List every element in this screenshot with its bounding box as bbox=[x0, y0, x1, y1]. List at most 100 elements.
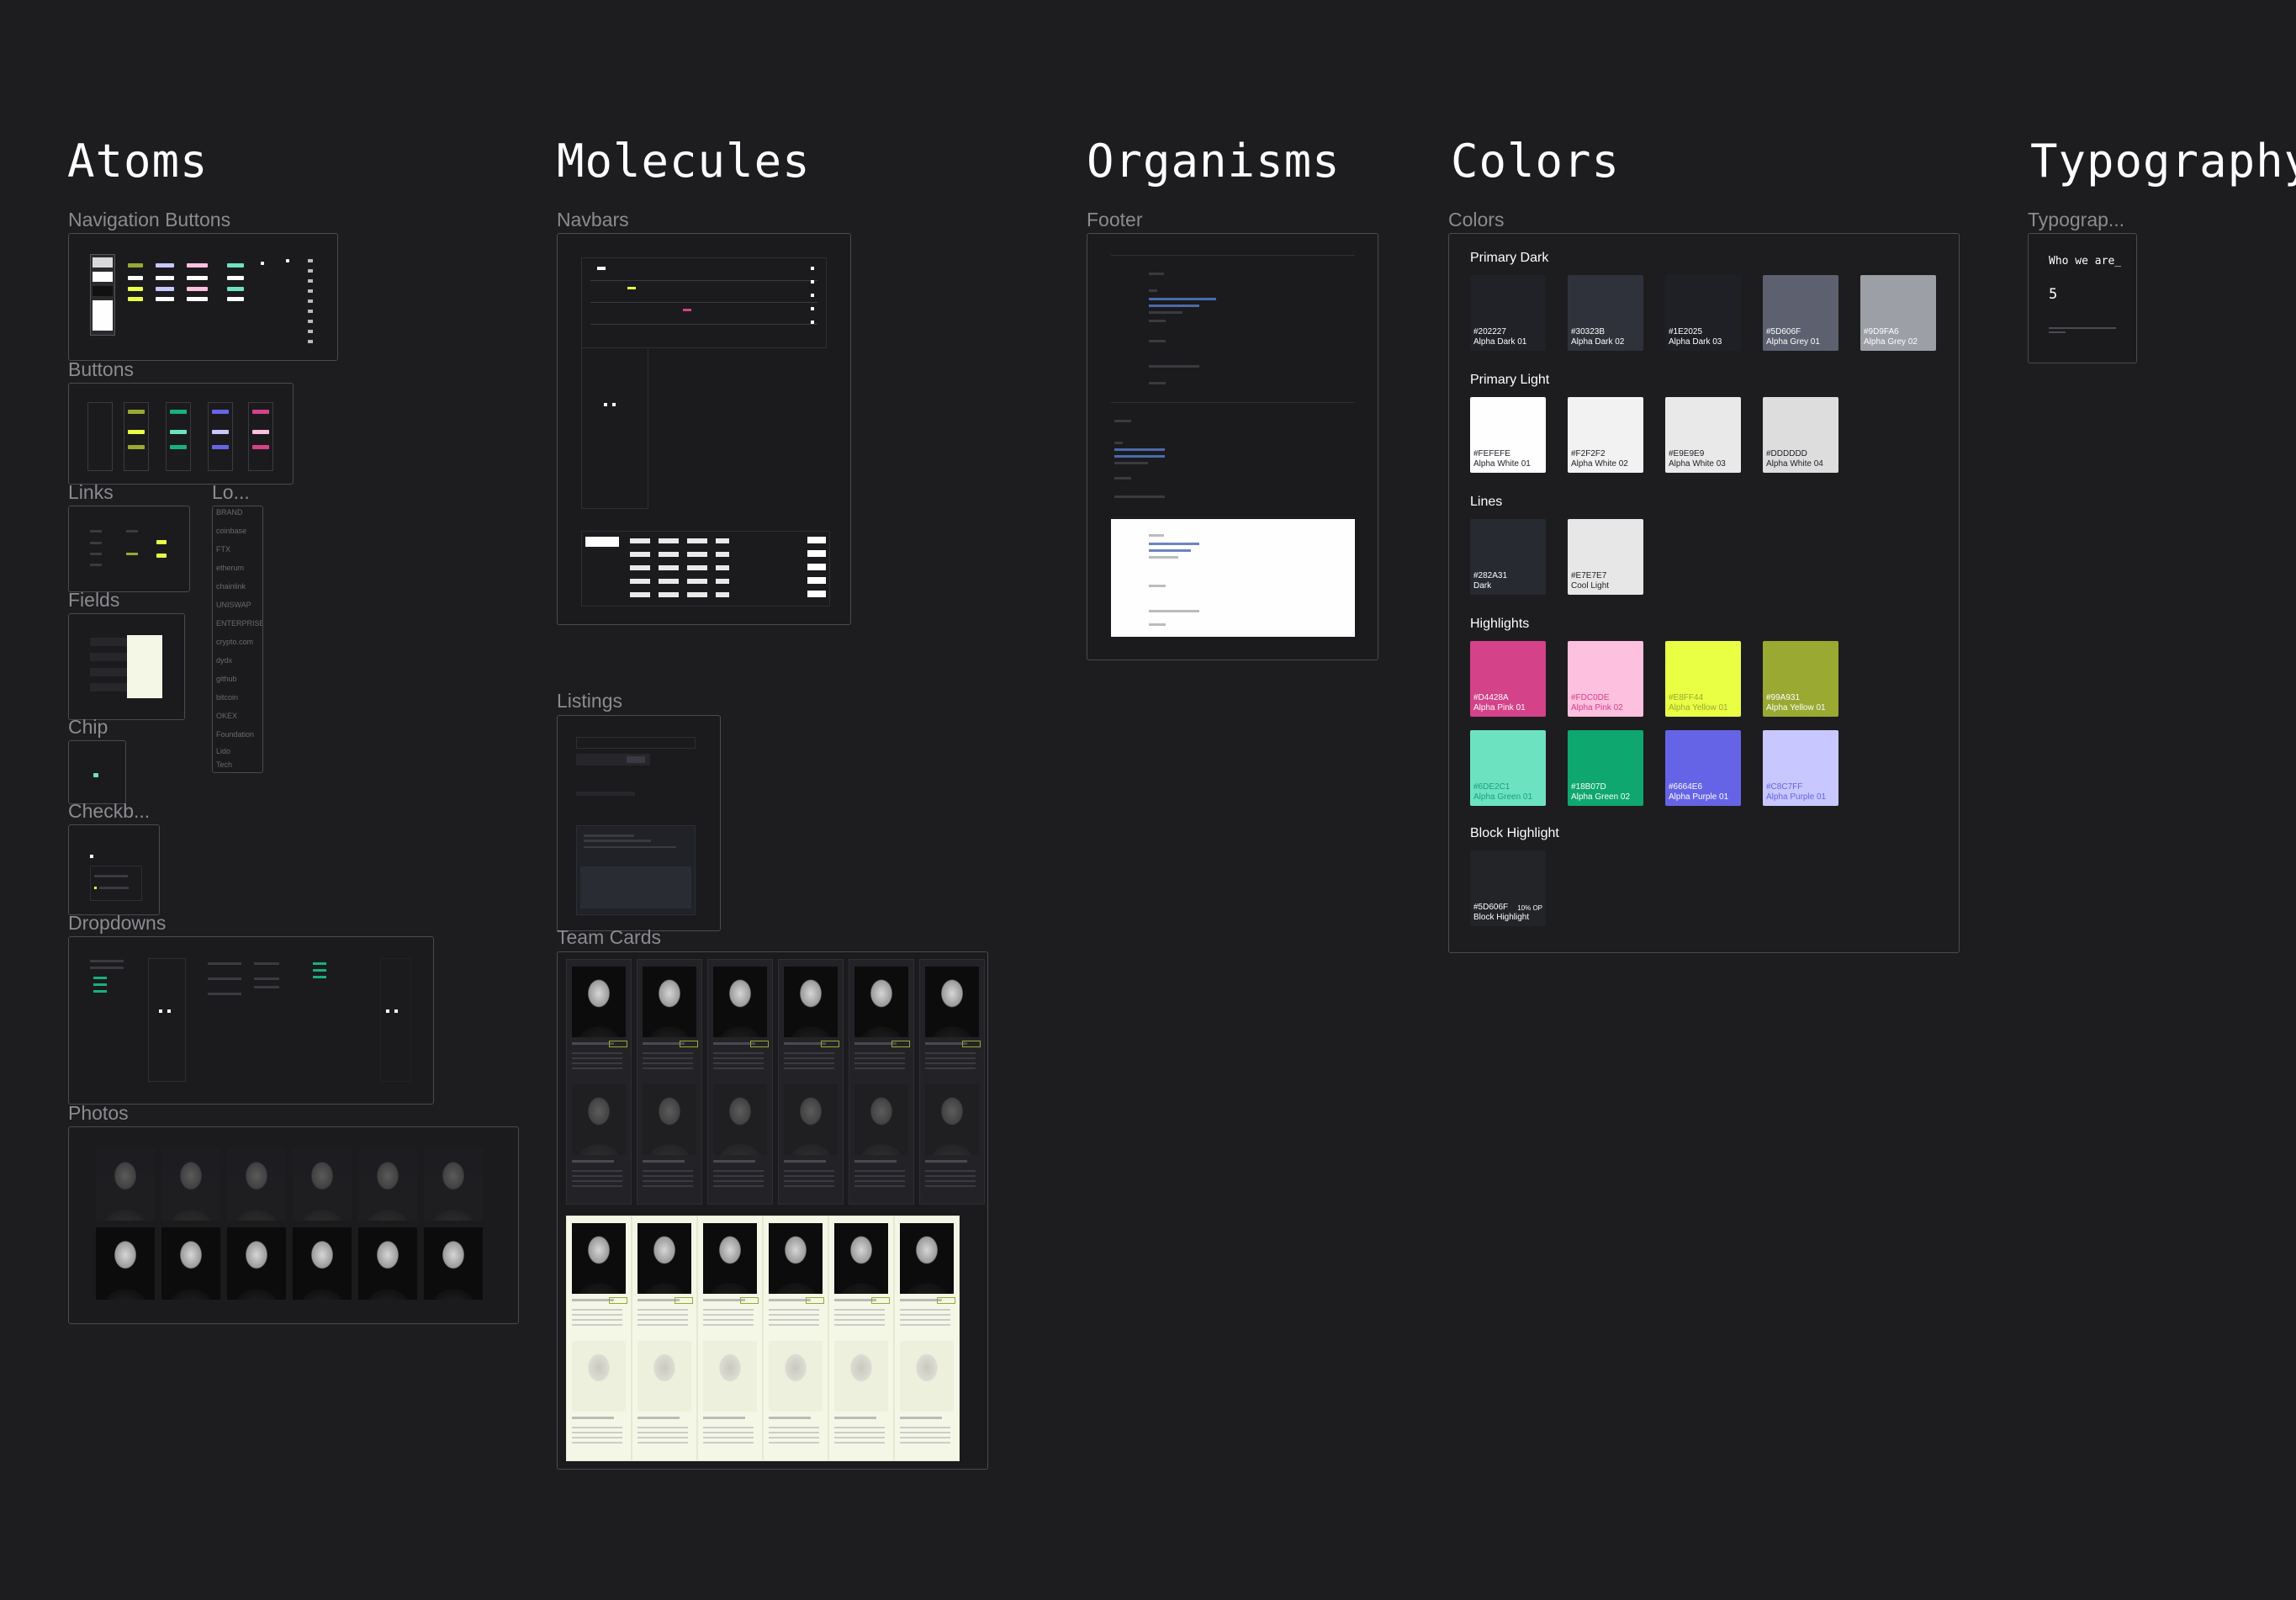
color-swatch[interactable]: #9D9FA6 Alpha Grey 02 bbox=[1860, 275, 1936, 351]
field-dark[interactable] bbox=[90, 653, 128, 661]
photos-frame[interactable] bbox=[68, 1126, 519, 1324]
mega-menu-item[interactable] bbox=[630, 565, 650, 570]
dropdowns-frame[interactable] bbox=[68, 936, 434, 1105]
mega-menu-item[interactable] bbox=[716, 565, 729, 570]
nav-chip-white[interactable] bbox=[128, 276, 143, 280]
nav-chip-white[interactable] bbox=[156, 297, 174, 301]
fields-frame[interactable] bbox=[68, 613, 185, 720]
color-swatch[interactable]: #6DE2C1 Alpha Green 01 bbox=[1470, 730, 1546, 806]
nav-chip-white[interactable] bbox=[187, 297, 208, 301]
nav-chip-white[interactable] bbox=[227, 276, 244, 280]
nav-chip-purple[interactable] bbox=[156, 287, 174, 291]
mega-menu-item[interactable] bbox=[716, 538, 729, 543]
team-card[interactable] bbox=[778, 959, 844, 1205]
button-column-green[interactable] bbox=[166, 402, 191, 471]
nav-button-white[interactable] bbox=[93, 272, 113, 282]
color-swatch[interactable]: #6664E6 Alpha Purple 01 bbox=[1665, 730, 1741, 806]
link-item[interactable] bbox=[90, 542, 102, 544]
listing-item[interactable] bbox=[576, 737, 696, 749]
dropdown-item-active[interactable] bbox=[313, 976, 326, 978]
dropdown-open[interactable] bbox=[90, 958, 124, 1000]
mega-menu-item[interactable] bbox=[630, 579, 650, 584]
link-item[interactable] bbox=[90, 553, 102, 555]
dropdown-item-active[interactable] bbox=[313, 962, 326, 965]
link-highlight[interactable] bbox=[156, 554, 167, 558]
field-light-group[interactable] bbox=[127, 635, 162, 698]
nav-chip-purple[interactable] bbox=[156, 263, 174, 268]
checkboxes-frame[interactable] bbox=[68, 824, 160, 915]
button-column-dark[interactable] bbox=[87, 402, 113, 471]
navbar-variants[interactable] bbox=[581, 257, 827, 348]
mega-menu-item[interactable] bbox=[630, 552, 650, 557]
chip-frame[interactable] bbox=[68, 740, 126, 804]
dropdown-item[interactable] bbox=[254, 986, 279, 988]
dropdown-item[interactable] bbox=[254, 977, 279, 980]
color-swatch[interactable]: #282A31 Dark bbox=[1470, 519, 1546, 595]
team-card[interactable] bbox=[919, 959, 985, 1205]
mega-menu-item[interactable] bbox=[716, 579, 729, 584]
color-swatch[interactable]: #E8FF44 Alpha Yellow 01 bbox=[1665, 641, 1741, 717]
footer-frame[interactable] bbox=[1087, 233, 1378, 660]
mega-menu-item[interactable] bbox=[659, 592, 679, 597]
nav-dot[interactable] bbox=[261, 262, 264, 265]
team-card[interactable] bbox=[763, 1216, 828, 1461]
color-swatch[interactable]: #FEFEFE Alpha White 01 bbox=[1470, 397, 1546, 473]
color-swatch[interactable]: #5D606F Block Highlight 10% OP bbox=[1470, 850, 1546, 926]
team-card[interactable] bbox=[849, 959, 914, 1205]
checkbox[interactable] bbox=[90, 855, 93, 858]
dropdown-item[interactable] bbox=[254, 962, 279, 965]
mega-menu-item[interactable] bbox=[659, 552, 679, 557]
nav-chip-yellow-bright[interactable] bbox=[128, 297, 143, 301]
dropdown-panel[interactable] bbox=[148, 958, 186, 1082]
dropdown-item[interactable] bbox=[208, 993, 241, 995]
link-item[interactable] bbox=[90, 564, 102, 566]
nav-button-dark[interactable] bbox=[93, 286, 113, 296]
color-swatch[interactable]: #FDC0DE Alpha Pink 02 bbox=[1568, 641, 1643, 717]
team-card[interactable] bbox=[707, 959, 773, 1205]
listing-item-active[interactable] bbox=[576, 754, 650, 766]
mega-menu-item[interactable] bbox=[659, 538, 679, 543]
mega-menu-item[interactable] bbox=[630, 592, 650, 597]
navigation-buttons-frame[interactable] bbox=[68, 233, 338, 361]
color-swatch[interactable]: #C8C7FF Alpha Purple 01 bbox=[1763, 730, 1838, 806]
color-swatch[interactable]: #F2F2F2 Alpha White 02 bbox=[1568, 397, 1643, 473]
team-card[interactable] bbox=[566, 1216, 632, 1461]
color-swatch[interactable]: #99A931 Alpha Yellow 01 bbox=[1763, 641, 1838, 717]
mega-menu-item[interactable] bbox=[659, 579, 679, 584]
color-swatch[interactable]: #1E2025 Alpha Dark 03 bbox=[1665, 275, 1741, 351]
navbar-mega-menu[interactable] bbox=[581, 531, 830, 607]
team-card[interactable] bbox=[632, 1216, 697, 1461]
color-swatch[interactable]: #E7E7E7 Cool Light bbox=[1568, 519, 1643, 595]
team-card[interactable] bbox=[697, 1216, 763, 1461]
nav-icon-column[interactable] bbox=[308, 259, 313, 343]
logos-frame[interactable]: BRAND coinbase FTX etherum chainlink UNI… bbox=[212, 506, 263, 773]
team-card[interactable] bbox=[828, 1216, 894, 1461]
listing-item[interactable] bbox=[576, 792, 635, 796]
typography-frame[interactable]: Who we are_ 5 bbox=[2028, 233, 2137, 363]
color-swatch[interactable]: #30323B Alpha Dark 02 bbox=[1568, 275, 1643, 351]
nav-chip-yellow-bright[interactable] bbox=[128, 287, 143, 291]
color-swatch[interactable]: #18B07D Alpha Green 02 bbox=[1568, 730, 1643, 806]
field-dark[interactable] bbox=[90, 668, 128, 676]
mega-menu-item[interactable] bbox=[716, 552, 729, 557]
dropdown-item[interactable] bbox=[208, 977, 241, 980]
nav-dot[interactable] bbox=[286, 259, 289, 262]
dropdown-panel[interactable] bbox=[380, 958, 411, 1082]
mega-menu-item[interactable] bbox=[687, 538, 707, 543]
color-swatch[interactable]: #5D606F Alpha Grey 01 bbox=[1763, 275, 1838, 351]
color-swatch[interactable]: #E9E9E9 Alpha White 03 bbox=[1665, 397, 1741, 473]
listing-card[interactable] bbox=[576, 825, 696, 915]
mega-menu-item[interactable] bbox=[687, 565, 707, 570]
mega-menu-item[interactable] bbox=[659, 565, 679, 570]
nav-chip-white[interactable] bbox=[187, 276, 208, 280]
mega-menu-item[interactable] bbox=[687, 552, 707, 557]
dropdown-item[interactable] bbox=[208, 962, 241, 965]
team-card[interactable] bbox=[894, 1216, 960, 1461]
color-swatch[interactable]: #DDDDDD Alpha White 04 bbox=[1763, 397, 1838, 473]
field-dark[interactable] bbox=[90, 683, 128, 691]
nav-chip-yellow[interactable] bbox=[128, 263, 143, 268]
nav-chip-white[interactable] bbox=[156, 276, 174, 280]
checkbox-group[interactable] bbox=[90, 866, 142, 901]
nav-chip-pink[interactable] bbox=[187, 263, 208, 268]
chip[interactable] bbox=[93, 773, 98, 777]
